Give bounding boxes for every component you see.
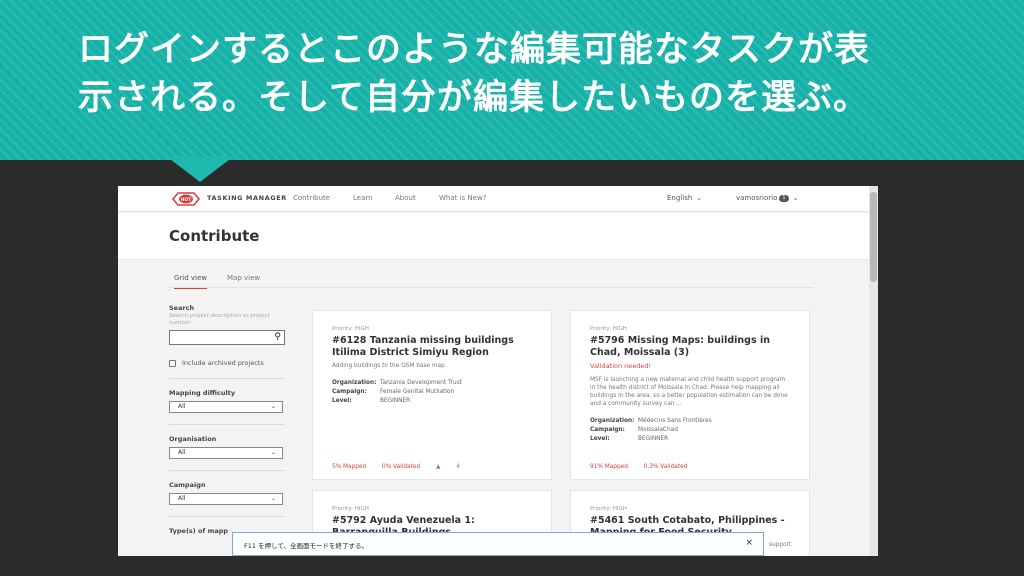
filter-divider	[169, 516, 285, 517]
search-label: Search	[169, 304, 195, 312]
level-label: Level:	[590, 436, 610, 442]
org-label: Organization:	[590, 418, 635, 424]
browser-screenshot: HOT TASKING MANAGER Contribute Learn Abo…	[118, 186, 878, 556]
top-navbar: HOT TASKING MANAGER Contribute Learn Abo…	[118, 186, 869, 212]
card-mapped: 5% Mapped	[332, 464, 367, 470]
card-description: MSF is launching a new maternal and chil…	[590, 377, 788, 407]
card-meta: Organization: Médecins Sans Frontières Ca…	[590, 417, 712, 444]
card-description: Adding buildings to the OSM base map	[332, 363, 445, 369]
org-label: Organization:	[332, 380, 377, 386]
svg-text:HOT: HOT	[181, 197, 193, 203]
card-campaign: Female Genital Mutilation	[380, 389, 455, 395]
project-card[interactable]: Priority: HIGH #6128 Tanzania missing bu…	[312, 310, 552, 480]
brand-name[interactable]: TASKING MANAGER	[207, 194, 287, 202]
include-archived-checkbox[interactable]	[169, 359, 176, 367]
mapping-difficulty-select[interactable]: All ⌄	[169, 401, 283, 413]
tabs-divider	[169, 287, 813, 288]
card-meta: Organization: Tanzania Development Trust …	[332, 379, 462, 406]
campaign-value: All	[178, 495, 186, 502]
notification-badge: 1	[779, 194, 789, 202]
slide-title-line-1: ログインするとこのような編集可能なタスクが表	[78, 30, 871, 70]
chevron-down-icon: ⌄	[270, 403, 276, 410]
fullscreen-message: F11 を押して、全画面モードを終了する。	[244, 542, 369, 550]
mapping-difficulty-value: All	[178, 403, 186, 410]
card-organization: Médecins Sans Frontières	[638, 418, 712, 424]
chevron-down-icon: ⌄	[270, 449, 276, 456]
filter-divider	[169, 470, 285, 471]
card-level: BEGINNER	[638, 436, 669, 442]
username: vamosriorio	[736, 194, 778, 202]
include-archived-option[interactable]: Include archived projects	[169, 359, 285, 367]
language-label: English	[667, 194, 693, 202]
organisation-label: Organisation	[169, 435, 217, 443]
chevron-down-icon: ⌄	[792, 194, 799, 202]
close-icon[interactable]: ×	[745, 538, 753, 548]
language-selector[interactable]: English ⌄	[667, 194, 702, 202]
nav-learn-link[interactable]: Learn	[353, 194, 373, 202]
card-title[interactable]: #5796 Missing Maps: buildings in Chad, M…	[590, 335, 800, 359]
filter-divider	[169, 424, 285, 425]
user-menu[interactable]: vamosriorio 1 ⌄	[736, 194, 798, 202]
card-mapped: 91% Mapped	[590, 464, 628, 470]
contributors-value: 4	[456, 464, 460, 470]
page-scrollbar[interactable]	[869, 186, 878, 556]
campaign-meta-label: Campaign:	[332, 389, 367, 395]
page-header: Contribute	[118, 213, 869, 260]
card-stats: 5% Mapped 0% Validated ▲ 4	[332, 464, 488, 470]
fullscreen-notification: F11 を押して、全画面モードを終了する。 ×	[232, 532, 764, 556]
organisation-select[interactable]: All ⌄	[169, 447, 283, 459]
card-priority: Priority: HIGH	[332, 506, 369, 512]
chevron-down-icon: ⌄	[696, 194, 703, 202]
nav-contribute-link[interactable]: Contribute	[293, 194, 330, 202]
card-validated: 0% Validated	[382, 464, 421, 470]
slide-title: ログインするとこのような編集可能なタスクが表 示される。そして自分が編集したいも…	[78, 26, 978, 122]
card-level: BEGINNER	[380, 398, 411, 404]
organisation-value: All	[178, 449, 186, 456]
scrollbar-thumb[interactable]	[870, 192, 877, 282]
card-title[interactable]: #6128 Tanzania missing buildings Itilima…	[332, 335, 542, 359]
search-hint: Search project description or project nu…	[169, 313, 270, 326]
card-priority: Priority: HIGH	[332, 326, 369, 332]
contributors-count: ▲ 4	[436, 464, 474, 470]
card-validated: 0.3% Validated	[643, 464, 688, 470]
card-campaign: MoissalaChad	[638, 427, 678, 433]
banner-pointer	[166, 156, 234, 182]
filter-sidebar: Search Search project description or pro…	[169, 304, 285, 535]
card-priority: Priority: HIGH	[590, 326, 627, 332]
search-input[interactable]: ⚲	[169, 330, 285, 345]
user-icon: ▲	[435, 464, 441, 470]
filter-divider	[169, 378, 285, 379]
search-icon[interactable]: ⚲	[274, 332, 281, 342]
project-card[interactable]: Priority: HIGH #5796 Missing Maps: build…	[570, 310, 810, 480]
include-archived-label: Include archived projects	[182, 359, 264, 367]
chevron-down-icon: ⌄	[270, 495, 276, 502]
card-description: support	[769, 542, 792, 548]
slide-title-line-2: 示される。そして自分が編集したいものを選ぶ。	[78, 78, 869, 118]
card-organization: Tanzania Development Trust	[380, 380, 462, 386]
hot-logo-icon[interactable]: HOT	[170, 191, 202, 207]
page-title: Contribute	[169, 227, 260, 245]
nav-whats-new-link[interactable]: What is New?	[439, 194, 486, 202]
validation-needed-label: Validation needed!	[590, 362, 652, 370]
card-priority: Priority: HIGH	[590, 506, 627, 512]
card-stats: 91% Mapped 0.3% Validated	[590, 464, 701, 470]
mapping-difficulty-label: Mapping difficulty	[169, 389, 236, 397]
campaign-label: Campaign	[169, 481, 206, 489]
campaign-meta-label: Campaign:	[590, 427, 625, 433]
campaign-select[interactable]: All ⌄	[169, 493, 283, 505]
tab-map-view[interactable]: Map view	[227, 274, 260, 287]
nav-about-link[interactable]: About	[395, 194, 416, 202]
level-label: Level:	[332, 398, 352, 404]
